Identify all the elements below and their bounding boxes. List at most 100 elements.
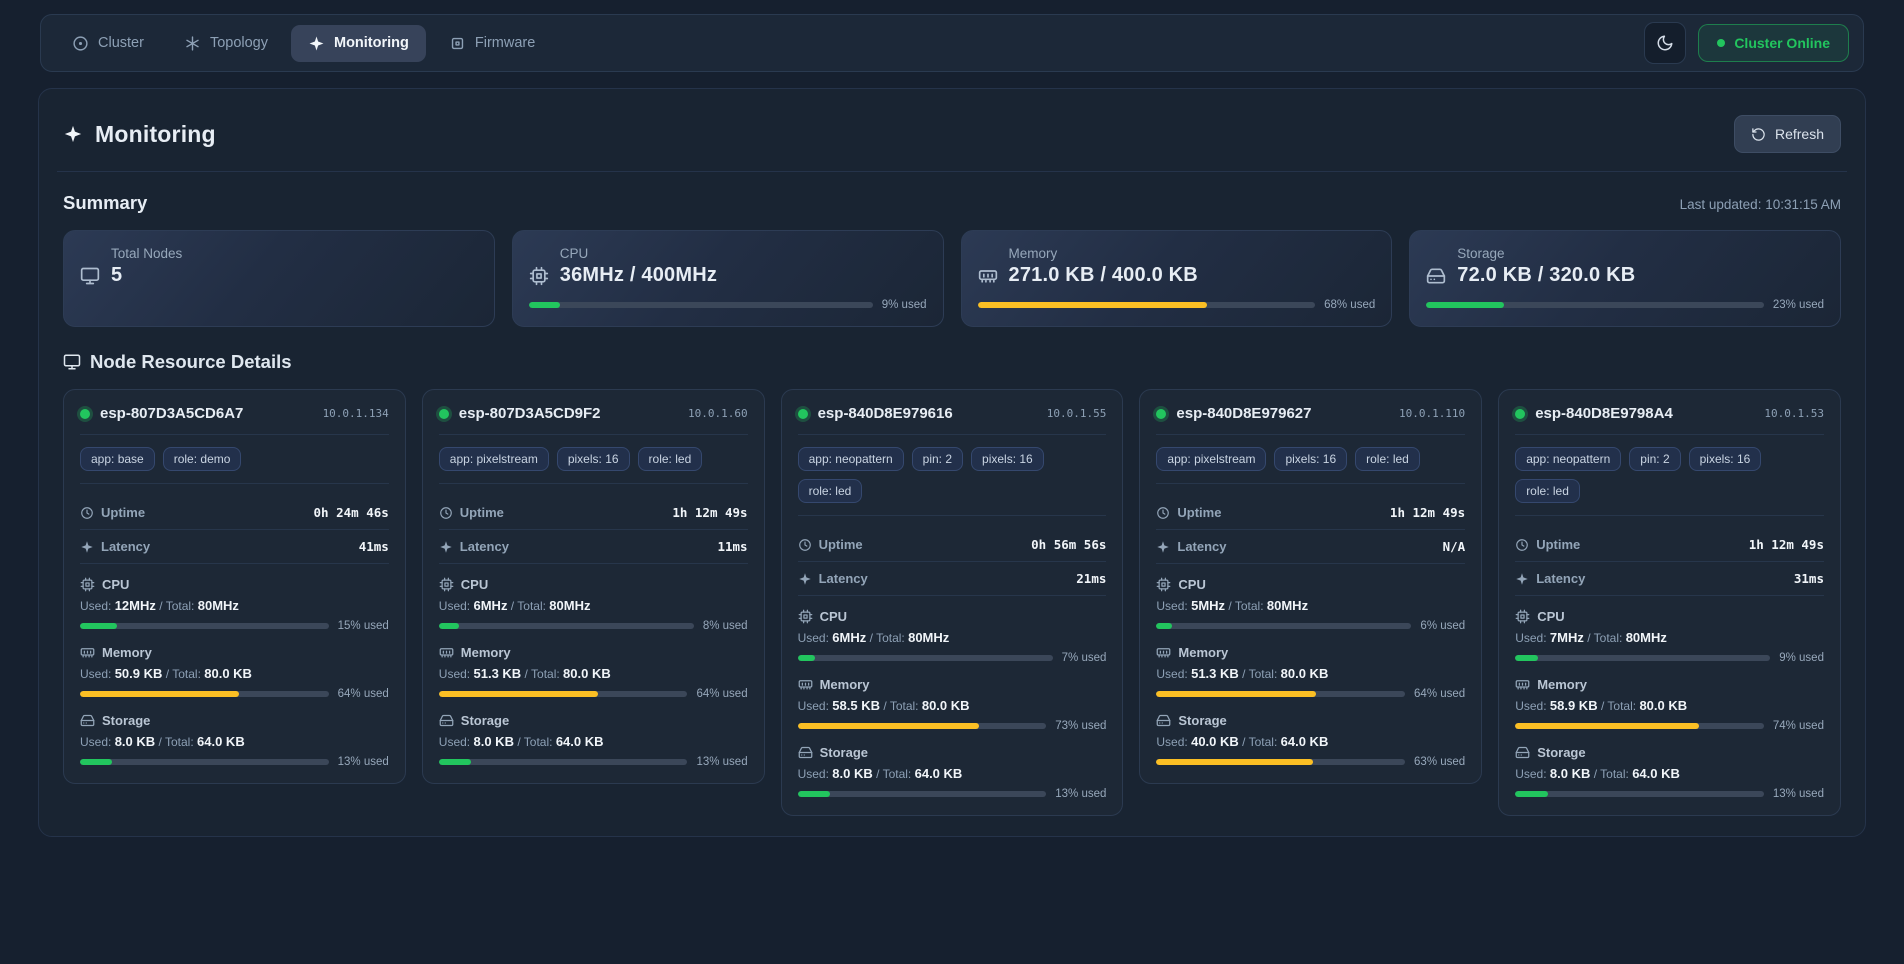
nav-tab-firmware[interactable]: Firmware: [432, 25, 552, 62]
node-card: esp-807D3A5CD9F2 10.0.1.60 app: pixelstr…: [422, 389, 765, 784]
progress-bar-fill: [529, 302, 560, 308]
nav-tab-topology[interactable]: Topology: [167, 25, 285, 62]
summary-card-cpu: CPU 36MHz / 400MHz 9% used: [512, 230, 944, 327]
refresh-button[interactable]: Refresh: [1734, 115, 1841, 153]
progress-bar: [80, 691, 329, 697]
node-tag: role: led: [798, 479, 863, 503]
total-label: Total:: [166, 599, 195, 613]
percent-used-label: 64% used: [1414, 688, 1465, 700]
percent-used-label: 73% used: [1055, 720, 1106, 732]
percent-used-label: 64% used: [338, 688, 389, 700]
total-value: 80.0 KB: [204, 666, 252, 681]
node-tag: role: demo: [163, 447, 242, 471]
used-value: 50.9 KB: [115, 666, 163, 681]
resource-label: CPU: [102, 577, 129, 592]
percent-used-label: 13% used: [696, 756, 747, 768]
nav-tab-cluster[interactable]: Cluster: [55, 25, 161, 62]
node-uptime-row: Uptime 0h 56m 56s: [798, 528, 1107, 562]
clock-icon: [1156, 506, 1170, 520]
resource-progress-row: 74% used: [1515, 720, 1824, 732]
monitor-icon: [63, 353, 81, 371]
cluster-status-label: Cluster Online: [1734, 35, 1830, 51]
used-value: 58.9 KB: [1550, 698, 1598, 713]
resource-usage: Used: 8.0 KB / Total: 64.0 KB: [80, 734, 389, 749]
stat-value: 1h 12m 49s: [1390, 505, 1465, 520]
used-label: Used:: [1515, 767, 1546, 781]
summary-card-value: 5: [111, 264, 122, 287]
progress-bar: [1156, 691, 1405, 697]
clock-icon: [439, 506, 453, 520]
separator: /: [159, 735, 162, 749]
node-resource-storage: Storage Used: 8.0 KB / Total: 64.0 KB 13…: [1515, 745, 1824, 800]
stat-value: 21ms: [1076, 571, 1106, 586]
summary-progress-row: 9% used: [529, 299, 927, 311]
progress-bar-fill: [1515, 723, 1699, 729]
sparkle-icon: [439, 540, 453, 554]
node-tags: app: baserole: demo: [80, 447, 389, 471]
sparkle-icon: [80, 540, 94, 554]
node-resource-storage: Storage Used: 8.0 KB / Total: 64.0 KB 13…: [798, 745, 1107, 800]
progress-bar-fill: [798, 791, 830, 797]
total-label: Total:: [1600, 767, 1629, 781]
node-resources: CPU Used: 6MHz / Total: 80MHz 8% used Me…: [439, 577, 748, 768]
node-resource-cpu: CPU Used: 7MHz / Total: 80MHz 9% used: [1515, 609, 1824, 664]
stat-label: Latency: [1536, 571, 1585, 586]
resource-usage: Used: 8.0 KB / Total: 64.0 KB: [439, 734, 748, 749]
total-value: 64.0 KB: [197, 734, 245, 749]
node-stats: Uptime 1h 12m 49s Latency 11ms: [439, 496, 748, 564]
panel-header: Monitoring Refresh: [57, 105, 1847, 172]
node-card: esp-840D8E9798A4 10.0.1.53 app: neopatte…: [1498, 389, 1841, 816]
resource-label: CPU: [461, 577, 488, 592]
resource-progress-row: 15% used: [80, 620, 389, 632]
nav-right: Cluster Online: [1644, 22, 1849, 64]
resource-usage: Used: 8.0 KB / Total: 64.0 KB: [798, 766, 1107, 781]
resource-label: Storage: [1537, 745, 1585, 760]
progress-bar-fill: [439, 691, 598, 697]
cluster-status-badge: Cluster Online: [1698, 24, 1849, 62]
nav-tab-label: Firmware: [475, 35, 535, 51]
percent-used-label: 13% used: [1773, 788, 1824, 800]
cpu-icon: [798, 609, 813, 624]
node-name: esp-807D3A5CD9F2: [459, 405, 601, 422]
node-uptime-row: Uptime 1h 12m 49s: [1515, 528, 1824, 562]
node-online-dot-icon: [439, 409, 449, 419]
node-resource-memory: Memory Used: 51.3 KB / Total: 80.0 KB 64…: [1156, 645, 1465, 700]
progress-bar-fill: [1156, 759, 1313, 765]
percent-used-label: 9% used: [1779, 652, 1824, 664]
used-label: Used:: [798, 699, 829, 713]
refresh-button-label: Refresh: [1775, 126, 1824, 142]
memory-icon: [1515, 677, 1530, 692]
node-ip: 10.0.1.55: [1047, 407, 1107, 420]
progress-bar-fill: [1156, 623, 1171, 629]
total-label: Total:: [883, 767, 912, 781]
node-online-dot-icon: [1515, 409, 1525, 419]
percent-used-label: 15% used: [338, 620, 389, 632]
node-resource-memory: Memory Used: 51.3 KB / Total: 80.0 KB 64…: [439, 645, 748, 700]
sparkle-icon: [798, 572, 812, 586]
used-value: 51.3 KB: [474, 666, 522, 681]
stat-label: Uptime: [1177, 505, 1221, 520]
used-value: 6MHz: [832, 630, 866, 645]
used-label: Used:: [1515, 699, 1546, 713]
nav-tab-label: Topology: [210, 35, 268, 51]
resource-progress-row: 13% used: [80, 756, 389, 768]
separator: /: [159, 599, 162, 613]
nodes-heading: Node Resource Details: [90, 351, 292, 373]
theme-toggle-button[interactable]: [1644, 22, 1686, 64]
divider: [439, 483, 748, 484]
resource-label: Storage: [1178, 713, 1226, 728]
separator: /: [1587, 631, 1590, 645]
used-value: 8.0 KB: [115, 734, 155, 749]
total-value: 80MHz: [908, 630, 949, 645]
percent-used-label: 23% used: [1773, 299, 1824, 311]
percent-used-label: 13% used: [338, 756, 389, 768]
divider: [1515, 515, 1824, 516]
summary-card-total-nodes: Total Nodes 5: [63, 230, 495, 327]
total-value: 64.0 KB: [1281, 734, 1329, 749]
total-label: Total:: [1235, 599, 1264, 613]
clock-icon: [798, 538, 812, 552]
total-label: Total:: [890, 699, 919, 713]
resource-progress-row: 64% used: [1156, 688, 1465, 700]
nav-tab-monitoring[interactable]: Monitoring: [291, 25, 426, 62]
cpu-icon: [439, 577, 454, 592]
